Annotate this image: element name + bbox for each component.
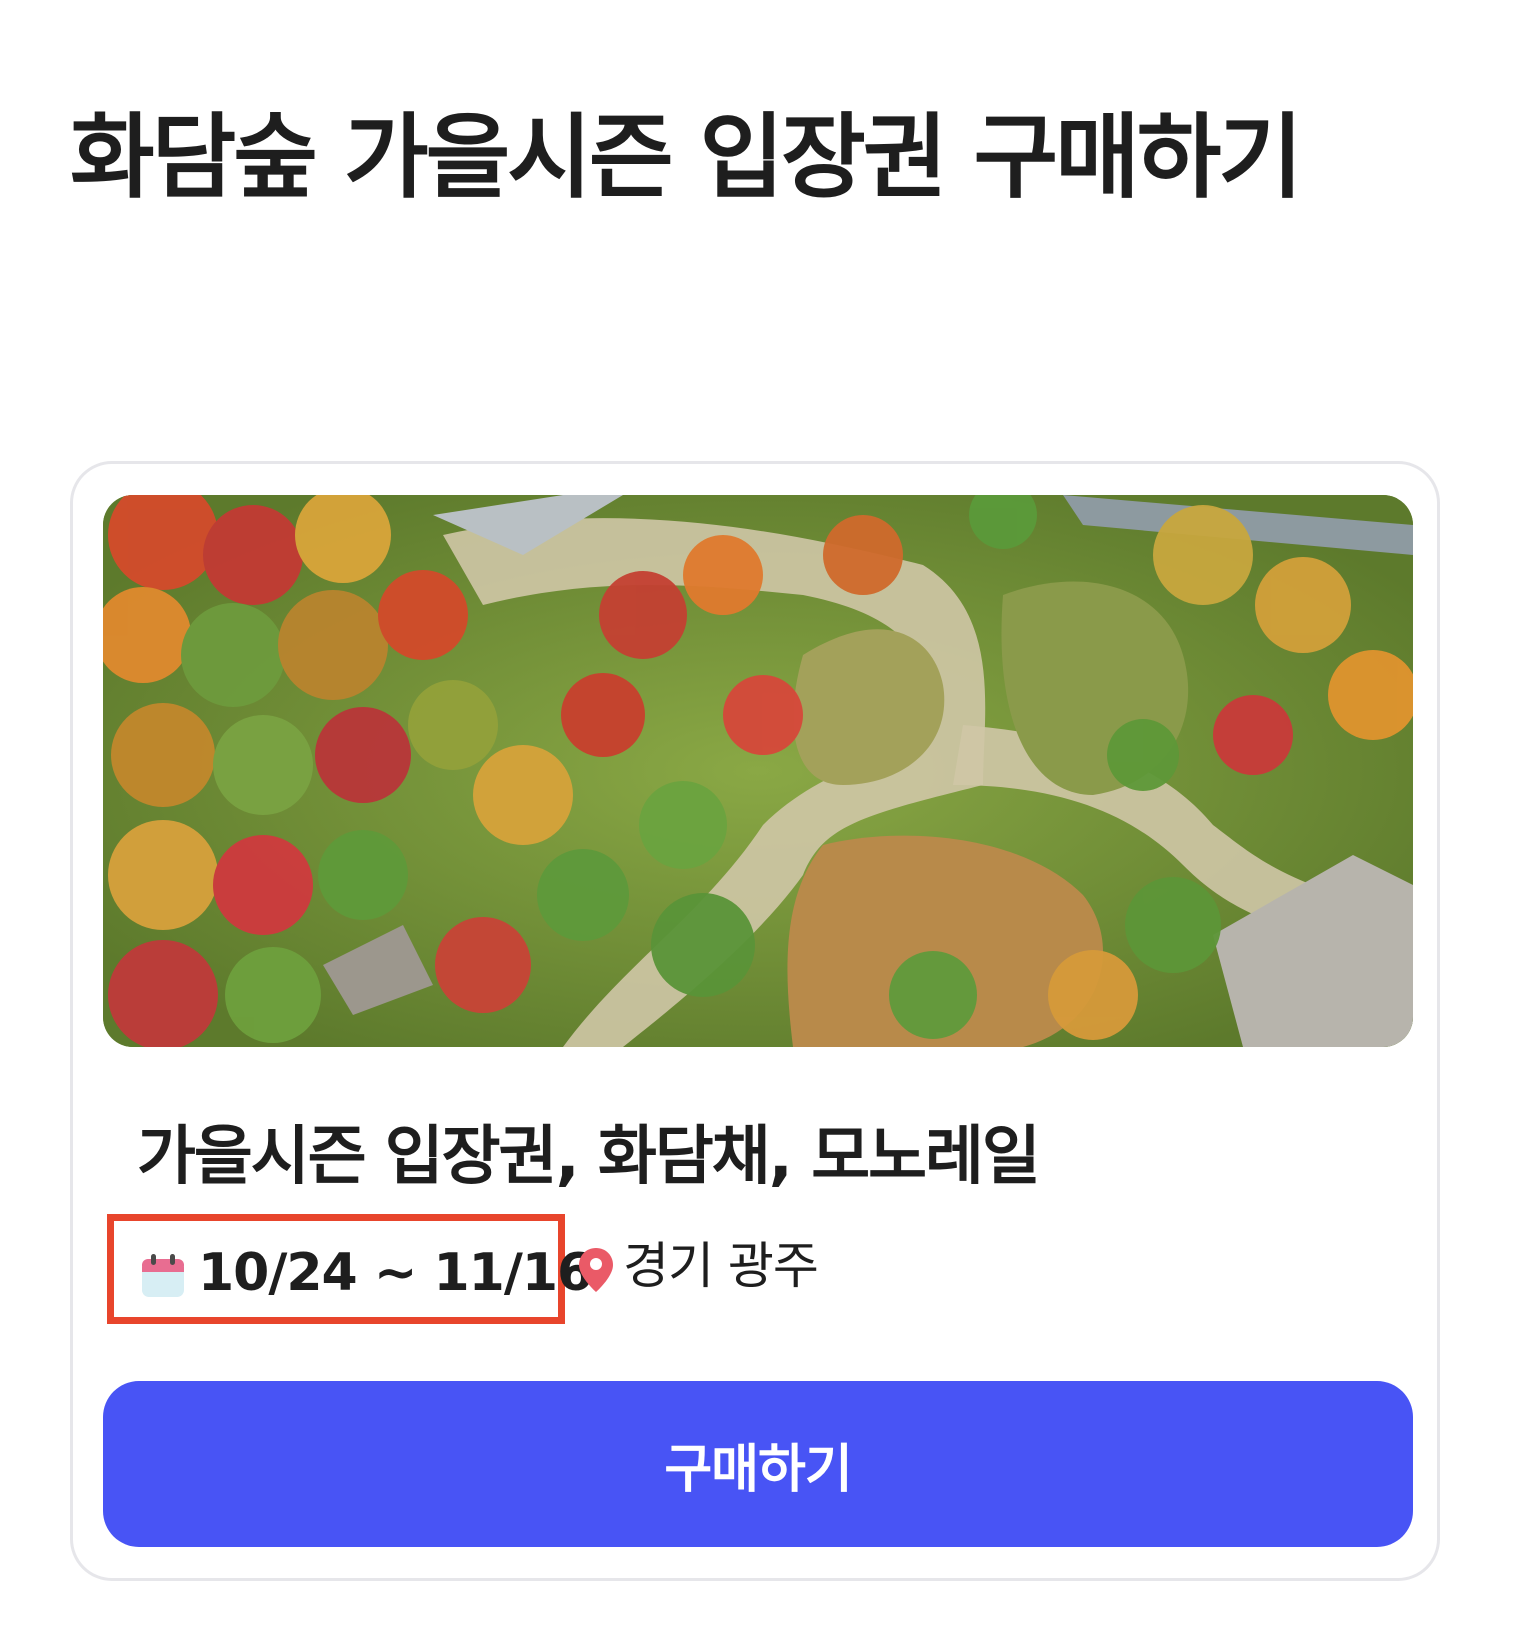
- map-pin-icon: [579, 1248, 613, 1292]
- product-image: [103, 495, 1413, 1047]
- ticket-meta: 10/24 ~ 11/16 경기 광주: [107, 1214, 1007, 1324]
- ticket-card: 가을시즌 입장권, 화담채, 모노레일 10/24 ~ 11/16 경기 광주 …: [70, 461, 1440, 1581]
- page-title: 화담숲 가을시즌 입장권 구매하기: [70, 104, 1303, 211]
- aerial-autumn-forest-illustration: [103, 495, 1413, 1047]
- date-range: 10/24 ~ 11/16: [198, 1243, 593, 1303]
- product-title: 가을시즌 입장권, 화담채, 모노레일: [137, 1120, 1041, 1194]
- buy-button[interactable]: 구매하기: [103, 1381, 1413, 1547]
- location: 경기 광주: [623, 1237, 819, 1295]
- date-range-highlight: 10/24 ~ 11/16: [107, 1214, 593, 1324]
- calendar-icon: [142, 1254, 184, 1297]
